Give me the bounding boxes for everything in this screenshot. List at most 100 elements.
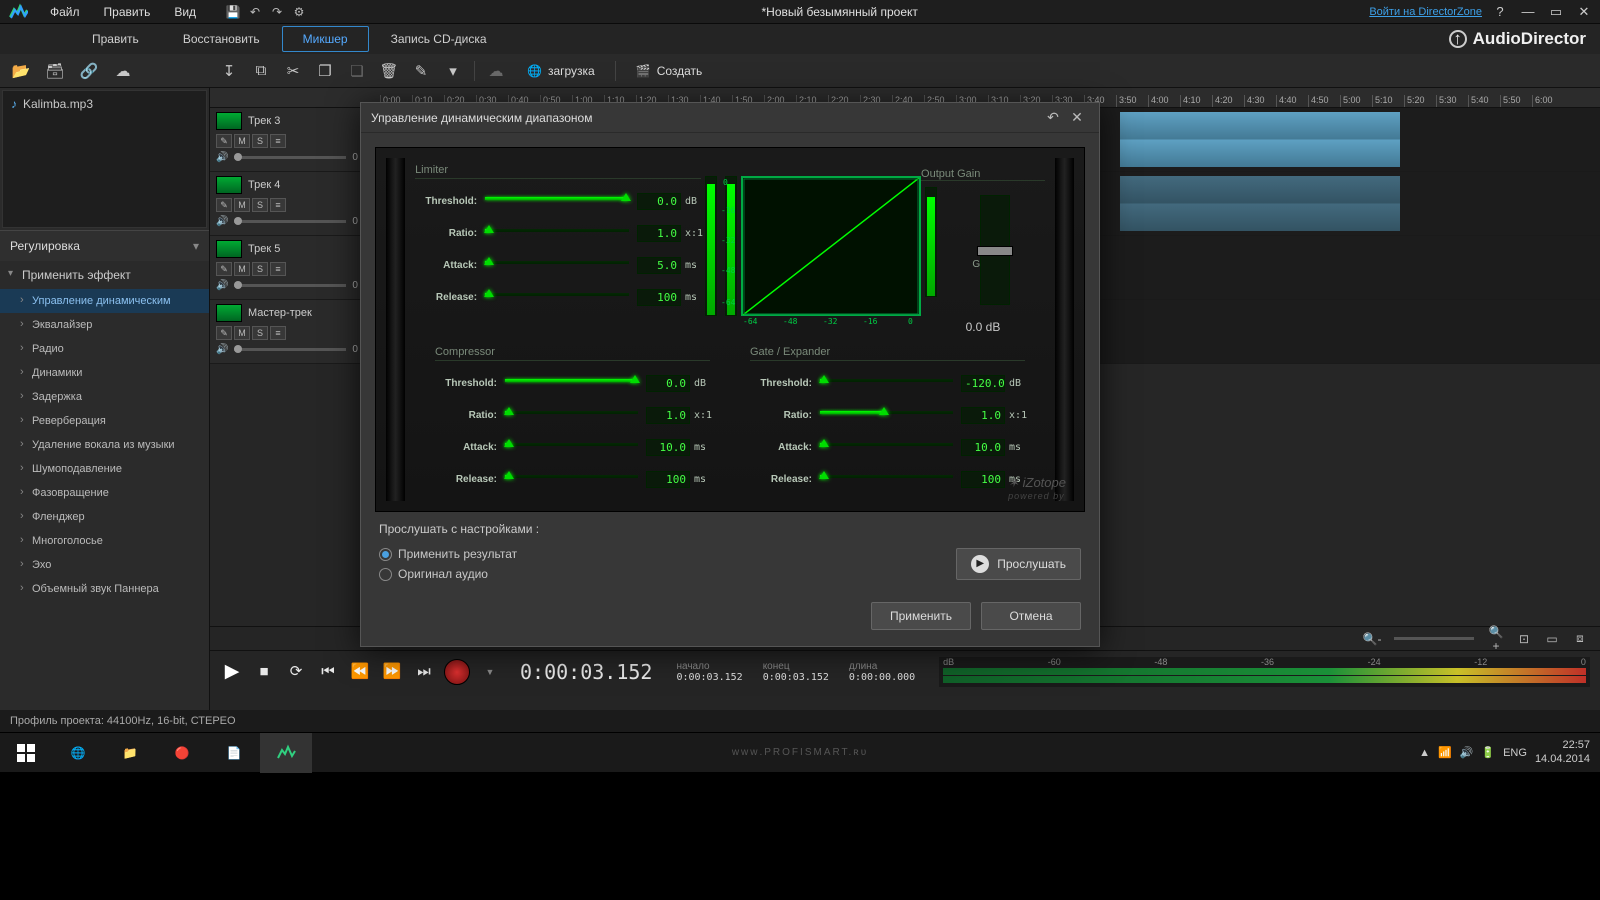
- maximize-icon[interactable]: ▭: [1546, 4, 1566, 20]
- tray-network-icon[interactable]: 📶: [1438, 746, 1452, 759]
- solo-button[interactable]: S: [252, 198, 268, 212]
- effect-item[interactable]: Удаление вокала из музыки: [0, 433, 209, 457]
- limiter-ratio-slider[interactable]: [485, 227, 629, 239]
- track-edit-icon[interactable]: ✎: [216, 134, 232, 148]
- tray-chevron-icon[interactable]: ▲: [1419, 747, 1430, 759]
- solo-button[interactable]: S: [252, 134, 268, 148]
- minimize-icon[interactable]: —: [1518, 4, 1538, 19]
- effect-item[interactable]: Объемный звук Паннера: [0, 577, 209, 601]
- create-button[interactable]: 🎬Создать: [626, 62, 713, 80]
- effect-item[interactable]: Динамики: [0, 361, 209, 385]
- volume-slider[interactable]: [234, 284, 346, 287]
- zoom-fit-icon[interactable]: ⊡: [1514, 632, 1534, 646]
- tray-volume-icon[interactable]: 🔊: [1460, 746, 1474, 759]
- track-menu-icon[interactable]: ≡: [270, 134, 286, 148]
- effect-item[interactable]: Эхо: [0, 553, 209, 577]
- forward-button[interactable]: ⏩: [380, 660, 404, 684]
- effect-item[interactable]: Фленджер: [0, 505, 209, 529]
- delete-icon[interactable]: 🗑: [378, 60, 400, 82]
- effect-item[interactable]: Радио: [0, 337, 209, 361]
- mute-button[interactable]: M: [234, 198, 250, 212]
- taskbar-notes[interactable]: 📄: [208, 733, 260, 773]
- dialog-close-icon[interactable]: ✕: [1065, 109, 1089, 126]
- mute-button[interactable]: M: [234, 326, 250, 340]
- taskbar-explorer[interactable]: 📁: [104, 733, 156, 773]
- radio-apply-result[interactable]: Применить результат: [379, 544, 517, 564]
- tab-restore[interactable]: Восстановить: [161, 24, 282, 54]
- menu-view[interactable]: Вид: [162, 5, 208, 19]
- cloud-down-icon[interactable]: ☁: [485, 60, 507, 82]
- effect-item[interactable]: Эквалайзер: [0, 313, 209, 337]
- track-header[interactable]: Трек 5 ✎MS≡ 🔊0 dB: [210, 236, 380, 299]
- mute-button[interactable]: M: [234, 262, 250, 276]
- track-menu-icon[interactable]: ≡: [270, 198, 286, 212]
- taskbar-app1[interactable]: 🔴: [156, 733, 208, 773]
- radio-original[interactable]: Оригинал аудио: [379, 564, 517, 584]
- volume-slider[interactable]: [234, 348, 346, 351]
- mute-button[interactable]: M: [234, 134, 250, 148]
- tray-lang[interactable]: ENG: [1503, 747, 1527, 759]
- effect-item[interactable]: Многоголосье: [0, 529, 209, 553]
- directorzone-link[interactable]: Войти на DirectorZone: [1369, 6, 1482, 18]
- link-icon[interactable]: 🔗: [78, 60, 100, 82]
- record-button[interactable]: [444, 659, 470, 685]
- loop-button[interactable]: ⟳: [284, 660, 308, 684]
- zoom-out-icon[interactable]: 🔍-: [1362, 632, 1382, 646]
- import-folder-icon[interactable]: 📂: [10, 60, 32, 82]
- effect-item[interactable]: Задержка: [0, 385, 209, 409]
- tool-crop-icon[interactable]: ⧉: [250, 60, 272, 82]
- close-icon[interactable]: ✕: [1574, 4, 1594, 20]
- skip-start-button[interactable]: ⏮: [316, 660, 340, 684]
- volume-slider[interactable]: [234, 220, 346, 223]
- compressor-threshold-slider[interactable]: [505, 377, 638, 389]
- limiter-threshold-slider[interactable]: [485, 195, 629, 207]
- cut-icon[interactable]: ✂: [282, 60, 304, 82]
- tray-battery-icon[interactable]: 🔋: [1481, 746, 1495, 759]
- cancel-button[interactable]: Отмена: [981, 602, 1081, 630]
- tab-mixer[interactable]: Микшер: [282, 26, 369, 52]
- limiter-attack-slider[interactable]: [485, 259, 629, 271]
- zoom-slider[interactable]: [1394, 637, 1474, 640]
- zoom-in-icon[interactable]: 🔍+: [1486, 625, 1506, 653]
- limiter-release-slider[interactable]: [485, 291, 629, 303]
- volume-slider[interactable]: [234, 156, 346, 159]
- menu-edit[interactable]: Править: [92, 5, 163, 19]
- gate-threshold-slider[interactable]: [820, 377, 953, 389]
- save-icon[interactable]: 💾: [222, 5, 244, 19]
- output-gain-slider[interactable]: [980, 195, 1010, 305]
- compressor-attack-slider[interactable]: [505, 441, 638, 453]
- pencil-icon[interactable]: ✎: [410, 60, 432, 82]
- zoom-vert-icon[interactable]: ⧈: [1570, 631, 1590, 646]
- track-header[interactable]: Трек 4 ✎MS≡ 🔊0 dB: [210, 172, 380, 235]
- gate-ratio-slider[interactable]: [820, 409, 953, 421]
- menu-file[interactable]: Файл: [38, 5, 92, 19]
- rec-dropdown-icon[interactable]: ▼: [478, 660, 502, 684]
- paste-icon[interactable]: ❏: [346, 60, 368, 82]
- fill-icon[interactable]: ▾: [442, 60, 464, 82]
- effect-item[interactable]: Реверберация: [0, 409, 209, 433]
- import-media-icon[interactable]: 🗃: [44, 60, 66, 82]
- settings-icon[interactable]: ⚙: [288, 5, 310, 19]
- redo-icon[interactable]: ↷: [266, 5, 288, 19]
- solo-button[interactable]: S: [252, 262, 268, 276]
- compressor-release-slider[interactable]: [505, 473, 638, 485]
- listen-button[interactable]: ▶Прослушать: [956, 548, 1081, 580]
- rewind-button[interactable]: ⏪: [348, 660, 372, 684]
- help-icon[interactable]: ?: [1490, 4, 1510, 19]
- start-button[interactable]: [0, 733, 52, 773]
- tab-cd[interactable]: Запись CD-диска: [369, 24, 509, 54]
- track-edit-icon[interactable]: ✎: [216, 198, 232, 212]
- track-header[interactable]: Мастер-трек ✎MS≡ 🔊0 dB: [210, 300, 380, 363]
- copy-icon[interactable]: ❐: [314, 60, 336, 82]
- adjust-panel-header[interactable]: Регулировка▾: [0, 230, 209, 261]
- cloud-icon[interactable]: ☁: [112, 60, 134, 82]
- effect-item[interactable]: Фазовращение: [0, 481, 209, 505]
- undo-icon[interactable]: ↶: [244, 5, 266, 19]
- compressor-ratio-slider[interactable]: [505, 409, 638, 421]
- tab-edit[interactable]: Править: [70, 24, 161, 54]
- effect-item[interactable]: Управление динамическим: [0, 289, 209, 313]
- effects-header[interactable]: Применить эффект: [0, 261, 209, 289]
- track-edit-icon[interactable]: ✎: [216, 326, 232, 340]
- track-menu-icon[interactable]: ≡: [270, 326, 286, 340]
- apply-button[interactable]: Применить: [871, 602, 971, 630]
